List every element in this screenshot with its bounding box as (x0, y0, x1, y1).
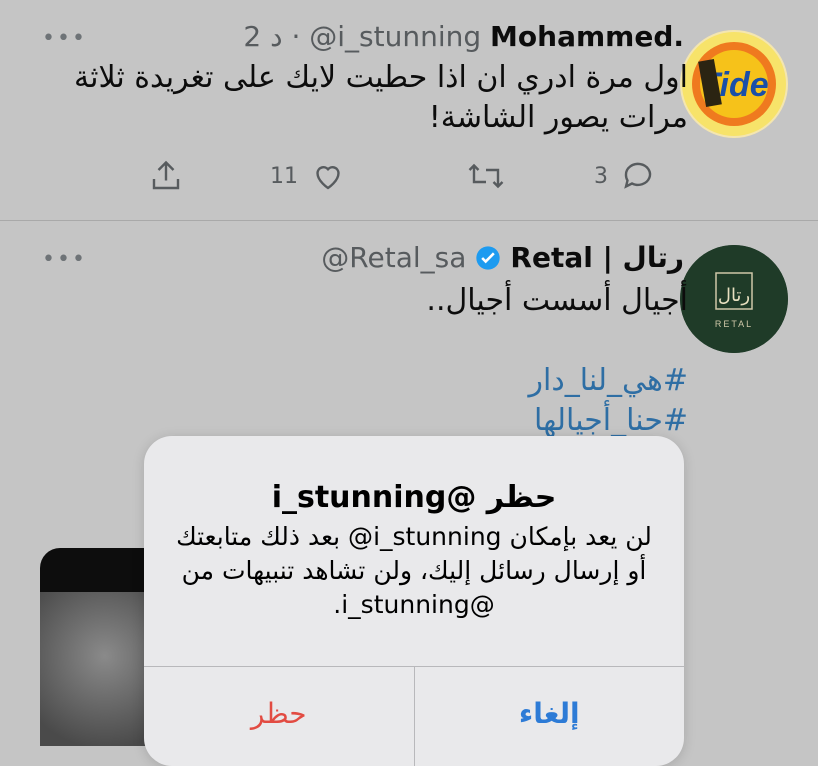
tweet-2-author-name[interactable]: رتال | Retal (510, 241, 684, 274)
tweet-1-time: 2 د (243, 20, 283, 53)
tweet-2-header: @Retal_sa رتال | Retal (321, 241, 684, 274)
tweet-2-text: أجيال أسست أجيال.. #هي_لنا_دار #حنا_أجيا… (426, 281, 688, 441)
tweet-2-handle[interactable]: @Retal_sa (321, 241, 466, 274)
alert-message: لن يعد بإمكان i_stunning@ بعد ذلك متابعت… (176, 522, 652, 619)
tweet-2-media[interactable] (40, 548, 148, 746)
retal-logo-text: رتال (718, 285, 750, 306)
cancel-button[interactable]: إلغاء (415, 667, 685, 766)
tweet-1-text: اول مرة ادري ان اذا حطيت لايك على تغريدة… (74, 60, 688, 135)
share-button[interactable] (148, 158, 184, 194)
more-options-icon[interactable]: ••• (42, 247, 87, 272)
alert-title: حظر @i_stunning (271, 480, 557, 515)
retweet-icon (468, 163, 504, 189)
more-options-icon[interactable]: ••• (42, 26, 87, 51)
like-icon (316, 166, 340, 190)
block-button[interactable]: حظر (144, 667, 415, 766)
share-icon (152, 160, 180, 190)
like-count: 11 (270, 163, 298, 189)
hashtag-link[interactable]: #هي_لنا_دار (426, 361, 688, 401)
tweet-1-author-name[interactable]: Mohammed. (490, 20, 684, 53)
tweet-1-header: 2 د · @i_stunning Mohammed. (243, 20, 684, 53)
retweet-button[interactable] (466, 158, 506, 194)
alert-buttons: حظر إلغاء (144, 666, 684, 766)
tweet-1[interactable]: ••• 2 د · @i_stunning Mohammed. Tide اول… (0, 0, 818, 220)
like-button[interactable]: 11 (270, 158, 346, 194)
reply-icon (624, 162, 652, 189)
tweet-2-avatar[interactable]: رتال RETAL (680, 245, 788, 353)
verified-icon (476, 245, 501, 270)
tweet-1-handle[interactable]: @i_stunning (309, 20, 481, 53)
hashtag-link[interactable]: #حنا_أجيالها (426, 401, 688, 441)
block-user-alert: حظر @i_stunning لن يعد بإمكان i_stunning… (144, 436, 684, 766)
reply-count: 3 (594, 163, 608, 189)
retal-logo-subtext: RETAL (715, 319, 753, 329)
reply-button[interactable]: 3 (594, 158, 656, 194)
media-photo (40, 592, 148, 746)
tweet-1-avatar[interactable]: Tide (680, 30, 788, 138)
